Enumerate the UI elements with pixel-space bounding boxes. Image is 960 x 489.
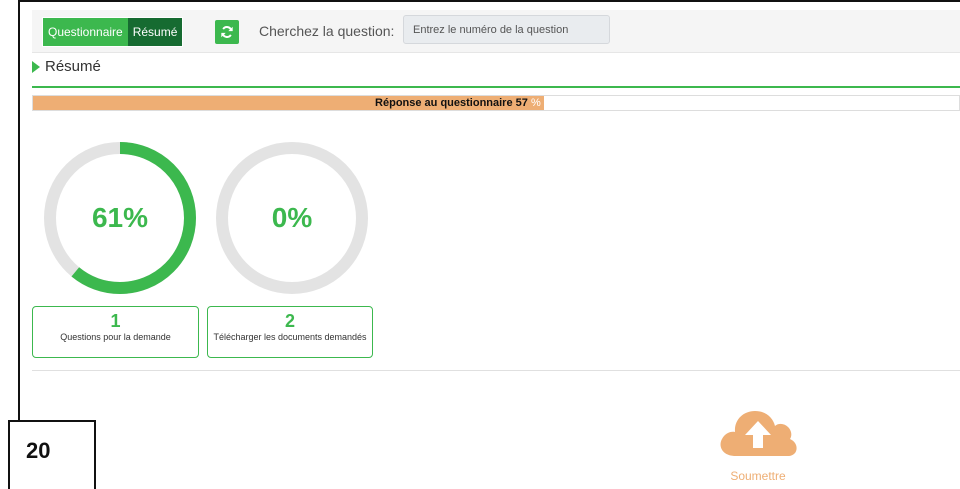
section-divider: [32, 86, 960, 88]
tab-questionnaire[interactable]: Questionnaire: [43, 18, 128, 46]
refresh-button[interactable]: [215, 20, 239, 44]
page-number-box: 20: [8, 420, 96, 489]
section-title: Résumé: [45, 58, 101, 75]
step-number: 2: [284, 311, 295, 331]
tab-resume[interactable]: Résumé: [127, 18, 183, 46]
step-label: Questions pour la demande: [60, 332, 171, 342]
gauge-value: 61%: [91, 202, 149, 233]
view-tabs: Questionnaire Résumé: [42, 17, 184, 47]
cloud-upload-icon: [720, 411, 797, 456]
search-label: Cherchez la question:: [259, 23, 395, 39]
step-questions-card[interactable]: 1 Questions pour la demande: [32, 306, 199, 358]
frame-border-left: [18, 0, 20, 489]
progress-fill: Réponse au questionnaire 57 %: [33, 96, 544, 110]
step-label: Télécharger les documents demandés: [213, 332, 367, 342]
gauge-value: 0%: [271, 202, 313, 233]
question-number-input[interactable]: [403, 15, 610, 44]
caret-right-icon: [32, 60, 40, 73]
section-header: Résumé: [32, 58, 101, 75]
progress-label: Réponse au questionnaire 57 %: [375, 97, 541, 109]
frame-border-top: [18, 0, 960, 2]
toolbar: Questionnaire Résumé Cherchez la questio…: [32, 10, 960, 53]
step-number: 1: [110, 311, 121, 331]
progress-percent-sign: %: [530, 97, 541, 109]
refresh-icon: [221, 26, 233, 38]
footer-divider: [32, 370, 960, 371]
page-number: 20: [26, 438, 51, 463]
submit-button[interactable]: Soumettre: [716, 402, 800, 484]
gauge-documents: 0%: [212, 138, 372, 298]
step-documents-card[interactable]: 2 Télécharger les documents demandés: [207, 306, 373, 358]
submit-label: Soumettre: [730, 469, 786, 483]
questionnaire-progress-bar: Réponse au questionnaire 57 %: [32, 95, 960, 111]
gauge-questions: 61%: [40, 138, 200, 298]
